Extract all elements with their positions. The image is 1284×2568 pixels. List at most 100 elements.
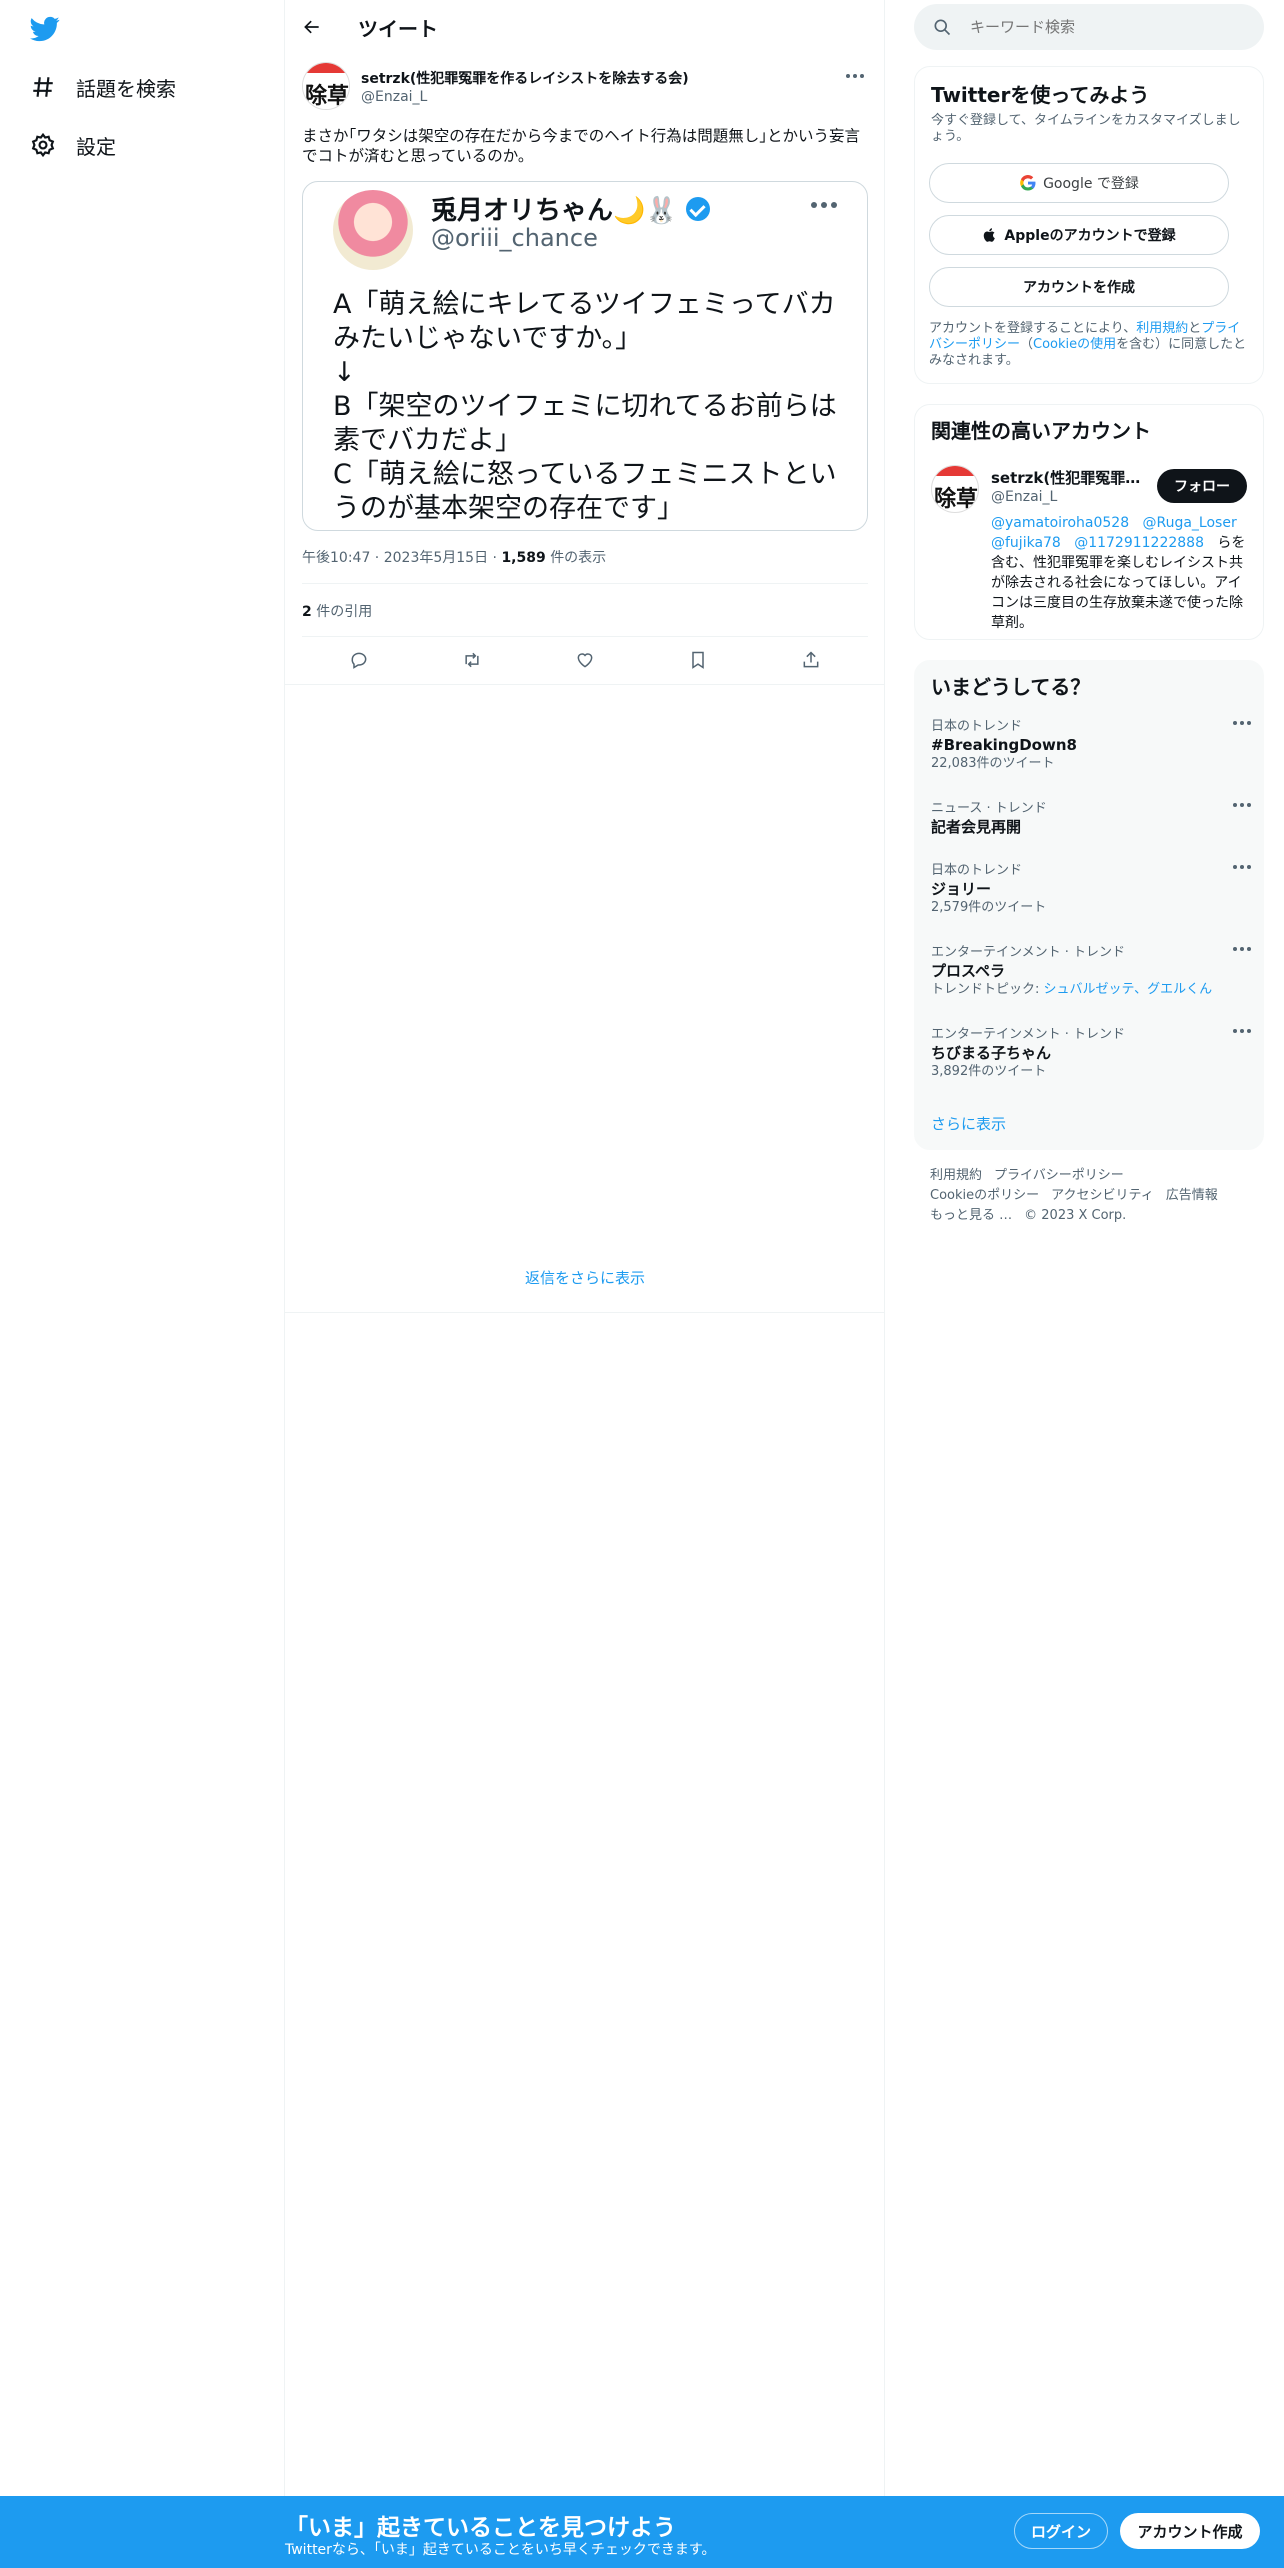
hashtag-icon (28, 72, 58, 102)
relevant-avatar[interactable]: 除草 (931, 465, 979, 513)
search-bar[interactable] (914, 4, 1264, 50)
bookmark-icon (692, 651, 704, 669)
google-signup-label: Google で登録 (1043, 176, 1139, 192)
svg-text:除草: 除草 (934, 486, 978, 512)
divider (302, 583, 868, 584)
trend-more-icon[interactable] (1233, 865, 1251, 869)
divider (285, 1312, 885, 1313)
relevant-title: 関連性の高いアカウント (931, 419, 1151, 443)
nav-explore[interactable]: 話題を検索 (28, 67, 176, 107)
login-button[interactable]: ログイン (1014, 2513, 1108, 2549)
cookie-link[interactable]: Cookieの使用 (1033, 337, 1116, 352)
search-input[interactable] (970, 18, 1230, 36)
quotes-count: 2 (302, 604, 312, 620)
divider (285, 684, 885, 685)
terms-link[interactable]: 利用規約 (1136, 321, 1188, 336)
bio-mention[interactable]: @yamatoiroha0528 (991, 515, 1129, 531)
relevant-accounts-card: 関連性の高いアカウント 除草 setrzk(性犯罪冤罪を作るレイシストを除去する… (914, 404, 1264, 640)
footer-cookies-link[interactable]: Cookieのポリシー (930, 1188, 1039, 1203)
retweet-icon (465, 652, 479, 668)
quotes-link[interactable]: 2 件の引用 (302, 601, 372, 621)
tweet-time[interactable]: 午後10:47 (302, 550, 370, 566)
signup-subtitle: 今すぐ登録して、タイムラインをカスタマイズしましょう。 (931, 113, 1241, 144)
reply-icon (351, 652, 366, 669)
google-icon (1019, 174, 1037, 192)
search-icon (934, 19, 951, 36)
tweet-actions (302, 640, 868, 680)
footer-terms-link[interactable]: 利用規約 (930, 1168, 982, 1183)
show-more-replies-link[interactable]: 返信をさらに表示 (285, 1267, 885, 1288)
nav-settings-label: 設定 (76, 134, 116, 159)
trends-show-more-link[interactable]: さらに表示 (931, 1113, 1006, 1134)
trend-more-icon[interactable] (1233, 721, 1251, 725)
signup-card: Twitterを使ってみよう 今すぐ登録して、タイムラインをカスタマイズしましょ… (914, 66, 1264, 384)
image-body-text: A「萌え絵にキレてるツイフェミってバカみたいじゃないですか。」 ↓ B「架空のツ… (333, 289, 837, 524)
relevant-bio: @yamatoiroha0528 @Ruga_Loser @fujika78 @… (991, 515, 1246, 631)
footer-links: 利用規約 プライバシーポリシー Cookieのポリシー アクセシビリティ 広告情報 も… (930, 1166, 1250, 1226)
reply-button[interactable] (341, 642, 377, 678)
quotes-label: 件の引用 (316, 604, 373, 620)
page-title: ツイート (358, 17, 438, 41)
trend-item[interactable]: エンターテインメント · トレンド ちびまる子ちゃん 3,892件のツイート (931, 1027, 1251, 1081)
share-button[interactable] (793, 642, 829, 678)
apple-icon (982, 226, 998, 244)
nav-explore-label: 話題を検索 (76, 76, 176, 101)
share-icon (803, 651, 819, 668)
tweet-image[interactable]: 兎月オリちゃん🌙🐰 @oriii_chance A「萌え絵にキレてるツイフェミっ… (302, 181, 868, 531)
arrow-left-icon (304, 20, 319, 34)
trend-item[interactable]: 日本のトレンド ジョリー 2,579件のツイート (931, 863, 1251, 917)
create-account-button[interactable]: アカウントを作成 (929, 267, 1229, 307)
main-column: ツイート 除草 setrzk(性犯罪冤罪を作るレイシストを除去する会) @Enz… (285, 0, 885, 2496)
footer-privacy-link[interactable]: プライバシーポリシー (994, 1168, 1124, 1183)
trend-more-icon[interactable] (1233, 1029, 1251, 1033)
footer-ads-link[interactable]: 広告情報 (1166, 1188, 1218, 1203)
trends-title: いまどうしてる？ (931, 675, 1091, 699)
trend-more-icon[interactable] (1233, 947, 1251, 951)
trend-more-icon[interactable] (1233, 803, 1251, 807)
footer-copyright: © 2023 X Corp. (1024, 1208, 1127, 1223)
trend-item[interactable]: 日本のトレンド #BreakingDown8 22,083件のツイート (931, 719, 1251, 773)
google-signup-button[interactable]: Google で登録 (929, 163, 1229, 203)
banner-title: 「いま」起きていることを見つけよう (285, 2515, 676, 2541)
apple-signup-button[interactable]: Appleのアカウントで登録 (929, 215, 1229, 255)
signup-banner: 「いま」起きていることを見つけよう Twitterなら、「いま」起きていることを… (0, 2496, 1284, 2568)
author-avatar[interactable]: 除草 (302, 62, 350, 110)
image-more-icon (811, 202, 837, 208)
views-label: 件の表示 (550, 550, 607, 566)
bio-mention[interactable]: @1172911222888 (1074, 535, 1204, 551)
trend-item[interactable]: エンターテインメント · トレンド プロスペラ トレンドトピック: シュバルゼッ… (931, 945, 1251, 999)
bio-mention[interactable]: @Ruga_Loser (1142, 515, 1236, 531)
tweet-author: 除草 setrzk(性犯罪冤罪を作るレイシストを除去する会) @Enzai_L (302, 62, 868, 112)
tweet-date[interactable]: 2023年5月15日 (384, 550, 488, 566)
views-count: 1,589 (501, 550, 546, 566)
trend-item[interactable]: ニュース · トレンド 記者会見再開 (931, 801, 1251, 837)
signup-title: Twitterを使ってみよう (931, 83, 1150, 107)
apple-signup-label: Appleのアカウントで登録 (1004, 228, 1176, 244)
back-button[interactable] (295, 10, 329, 44)
retweet-button[interactable] (454, 642, 490, 678)
relevant-name[interactable]: setrzk(性犯罪冤罪を作るレイシストを除去する会) (991, 467, 1141, 488)
relevant-handle[interactable]: @Enzai_L (991, 489, 1057, 505)
signup-button[interactable]: アカウント作成 (1120, 2513, 1260, 2549)
footer-accessibility-link[interactable]: アクセシビリティ (1051, 1188, 1154, 1203)
nav-settings[interactable]: 設定 (28, 125, 116, 165)
verified-badge-icon (685, 196, 710, 221)
image-author-handle: @oriii_chance (431, 224, 598, 252)
trend-topic-links[interactable]: シュバルゼッテ、グエルくん (1044, 982, 1213, 997)
author-name[interactable]: setrzk(性犯罪冤罪を作るレイシストを除去する会) (361, 68, 689, 88)
banner-subtitle: Twitterなら、「いま」起きていることをいち早くチェックできます。 (285, 2542, 716, 2558)
left-nav: 話題を検索 設定 (0, 0, 285, 2496)
tweet-text: まさか｢ワタシは架空の存在だから今までのヘイト行為は問題無し｣とかいう妄言でコト… (302, 127, 861, 165)
twitter-logo-icon[interactable] (28, 14, 62, 44)
footer-more-link[interactable]: もっと見る … (930, 1208, 1012, 1223)
divider (302, 636, 868, 637)
heart-icon (577, 653, 593, 668)
like-button[interactable] (567, 642, 603, 678)
author-avatar-text: 除草 (305, 83, 349, 109)
tweet-more-button[interactable] (842, 66, 868, 86)
follow-button[interactable]: フォロー (1157, 469, 1247, 503)
trends-card: いまどうしてる？ 日本のトレンド #BreakingDown8 22,083件の… (914, 660, 1264, 1150)
author-handle[interactable]: @Enzai_L (361, 89, 427, 105)
bio-mention[interactable]: @fujika78 (991, 535, 1061, 551)
bookmark-button[interactable] (680, 642, 716, 678)
